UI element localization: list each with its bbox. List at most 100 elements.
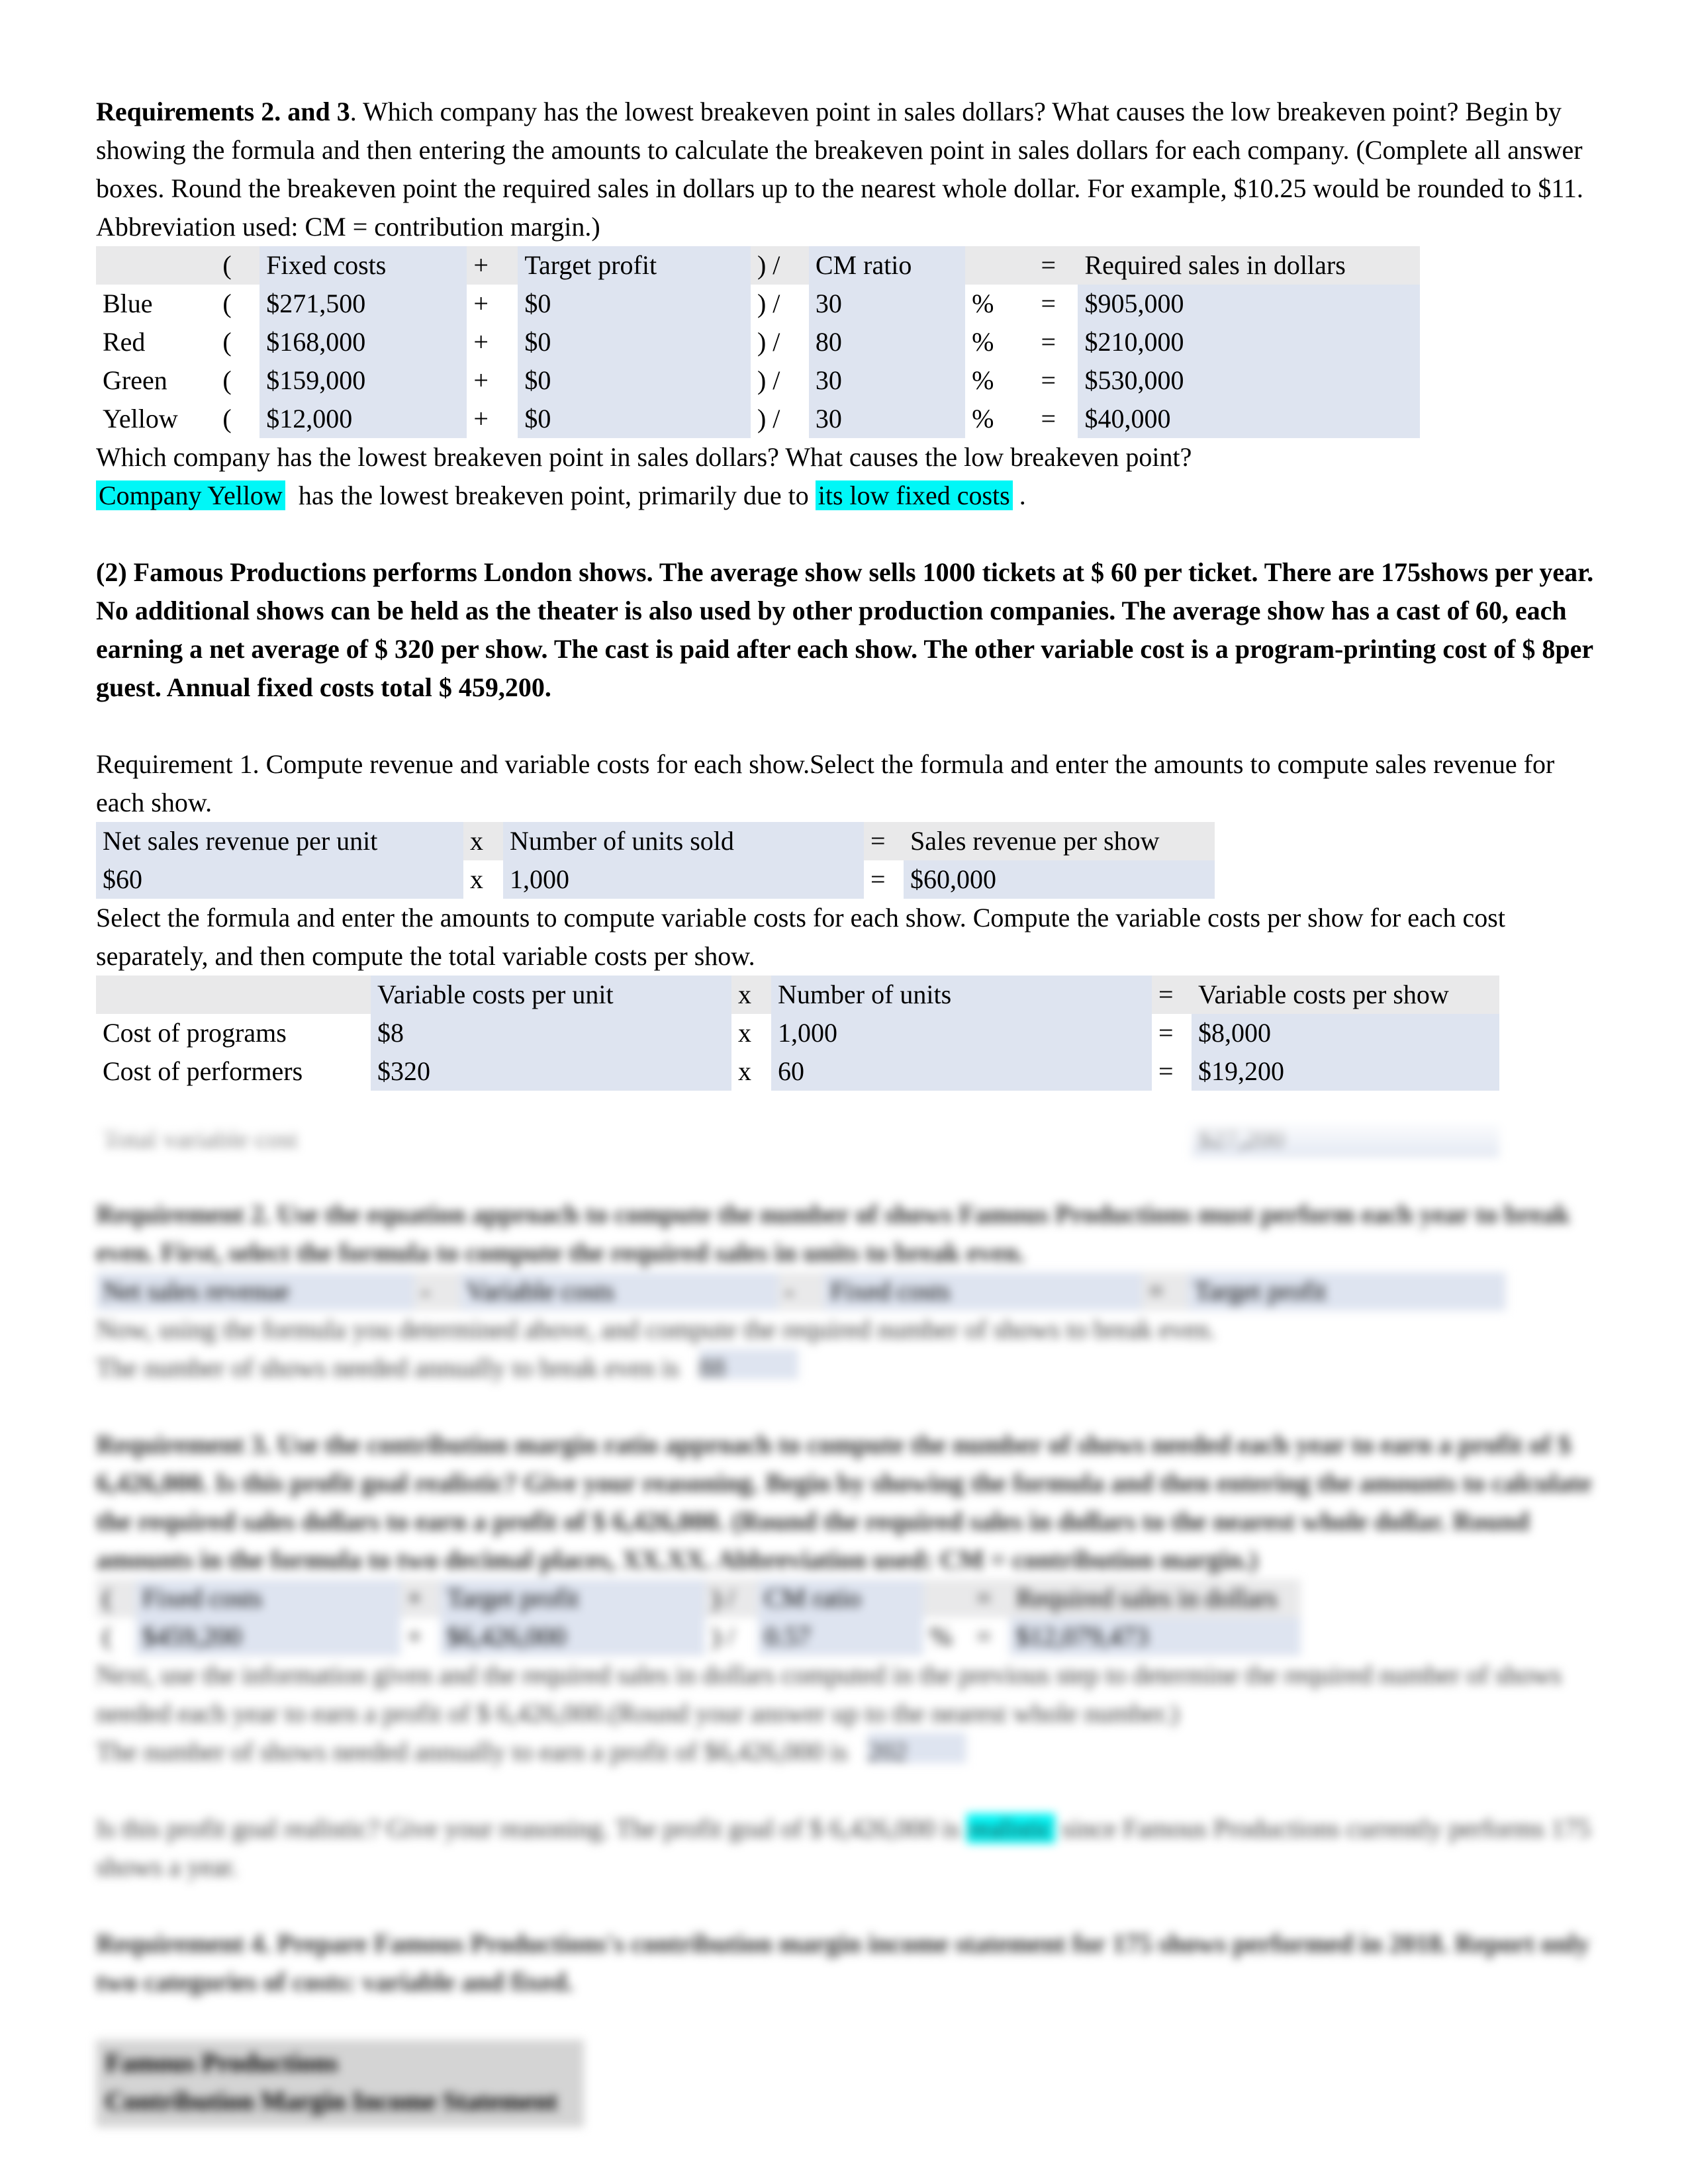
requirement-3-line3: The number of shows needed annually to e… [96, 1733, 1595, 1771]
input-required-sales-yellow[interactable]: $40,000 [1078, 400, 1420, 438]
cell-close-yellow: ) / [757, 404, 780, 433]
input-required-sales-red[interactable]: $210,000 [1078, 323, 1420, 361]
sales-revenue-table: Net sales revenue per unit x Number of u… [96, 822, 1215, 899]
input-target-profit-green[interactable]: $0 [518, 361, 751, 400]
th-target-profit-3[interactable]: Target profit [440, 1579, 705, 1617]
cell-open-blue: ( [222, 289, 232, 318]
requirement-4-label: Requirement 4. Prepare Famous Production… [96, 1929, 1590, 1997]
answer-blank-company[interactable]: Company Yellow [96, 480, 285, 510]
cell-total-equals [1152, 1118, 1192, 1157]
cell-equals-green: = [1041, 365, 1056, 395]
table-row: Yellow ( $12,000 + $0 ) / 30 % = $40,000 [96, 400, 1420, 438]
input-required-sales-r3[interactable]: $12,079,473 [1009, 1617, 1301, 1656]
cell-close-paren-r3: ) / [712, 1621, 735, 1651]
cell-total-times [731, 1118, 771, 1157]
th-net-sales-revenue-per-unit: Net sales revenue per unit [96, 822, 463, 860]
input-net-sales-revenue-per-unit[interactable]: $60 [96, 860, 463, 899]
statement-company-name: Famous Productions [105, 2048, 338, 2077]
cell-percent-green: % [972, 365, 994, 395]
th-fixed-costs-2[interactable]: Fixed costs [823, 1272, 1143, 1310]
table-row: Green ( $159,000 + $0 ) / 30 % = $530,00… [96, 361, 1420, 400]
cell-equals-red: = [1041, 327, 1056, 357]
breakeven-table: ( Fixed costs + Target profit ) / CM rat… [96, 246, 1420, 438]
input-fixed-costs-blue[interactable]: $271,500 [259, 285, 467, 323]
th-fixed-costs-3[interactable]: Fixed costs [136, 1579, 400, 1617]
cell-equals-programs: = [1158, 1018, 1174, 1048]
input-cm-ratio-red[interactable]: 80 [808, 323, 966, 361]
th-variable-costs-per-unit: Variable costs per unit [371, 976, 731, 1014]
cell-equals-1: = [870, 864, 886, 894]
th-equals-2: = [1152, 976, 1192, 1014]
cell-equals-yellow: = [1041, 404, 1056, 433]
input-target-profit-yellow[interactable]: $0 [518, 400, 751, 438]
input-programs-units[interactable]: 1,000 [771, 1014, 1152, 1052]
blurred-lower-section: Total variable cost $27,200 Requirement … [0, 1118, 1688, 2184]
input-fixed-costs-r3[interactable]: $459,200 [136, 1617, 400, 1656]
cell-plus-red: + [473, 327, 489, 357]
input-performers-units[interactable]: 60 [771, 1052, 1152, 1091]
th-open-paren-2: ( [96, 1579, 136, 1617]
input-cm-ratio-blue[interactable]: 30 [808, 285, 966, 323]
th-cm-ratio: CM ratio [808, 246, 966, 285]
document-page: Requirements 2. and 3. Which company has… [0, 0, 1688, 2184]
cell-percent-blue: % [972, 289, 994, 318]
th-close-paren-2: ) / [705, 1579, 758, 1617]
variable-costs-total-row-table: Total variable cost $27,200 [96, 1118, 1499, 1157]
input-cm-ratio-r3[interactable]: 0.57 [758, 1617, 923, 1656]
requirements-2-3-heading: Requirements 2. and 3 [96, 97, 350, 126]
input-target-profit-red[interactable]: $0 [518, 323, 751, 361]
th-target-profit-2[interactable]: Target profit [1187, 1272, 1506, 1310]
input-cm-ratio-yellow[interactable]: 30 [808, 400, 966, 438]
th-variable-costs[interactable]: Variable costs [459, 1272, 778, 1310]
cell-open-green: ( [222, 365, 232, 395]
table-row: Cost of performers $320 x 60 = $19,200 [96, 1052, 1499, 1091]
th-open-paren: ( [216, 246, 260, 285]
th-net-sales-revenue[interactable]: Net sales revenue [96, 1272, 414, 1310]
th-required-sales: Required sales in dollars [1078, 246, 1420, 285]
requirement-2-line3: The number of shows needed annually to b… [96, 1349, 1595, 1387]
input-programs-per-unit[interactable]: $8 [371, 1014, 731, 1052]
requirement-2-line3-text: The number of shows needed annually to b… [96, 1353, 679, 1383]
cell-plus-blue: + [473, 289, 489, 318]
input-performers-per-unit[interactable]: $320 [371, 1052, 731, 1091]
cell-company-blue: Blue [103, 289, 153, 318]
cell-open-yellow: ( [222, 404, 232, 433]
cell-close-blue: ) / [757, 289, 780, 318]
input-breakeven-shows[interactable]: 88 [698, 1349, 798, 1383]
table-row: ( $459,200 + $6,426,000 ) / 0.57 % = $12… [96, 1617, 1301, 1656]
th-cm-ratio-2[interactable]: CM ratio [758, 1579, 923, 1617]
input-total-variable-cost-per-show[interactable]: $27,200 [1192, 1118, 1499, 1157]
input-fixed-costs-red[interactable]: $168,000 [259, 323, 467, 361]
input-programs-per-show[interactable]: $8,000 [1192, 1014, 1499, 1052]
input-profit-goal-shows[interactable]: 202 [867, 1733, 967, 1766]
equation-approach-header-row: Net sales revenue - Variable costs - Fix… [96, 1272, 1506, 1310]
th-minus-1: - [414, 1272, 460, 1310]
table-row: Cost of programs $8 x 1,000 = $8,000 [96, 1014, 1499, 1052]
input-fixed-costs-green[interactable]: $159,000 [259, 361, 467, 400]
breakeven-question: Which company has the lowest breakeven p… [96, 442, 1192, 472]
cell-times-performers: x [738, 1056, 751, 1086]
input-cm-ratio-green[interactable]: 30 [808, 361, 966, 400]
answer-blank-reason[interactable]: its low fixed costs [815, 480, 1013, 510]
answer-blank-realistic[interactable]: realistic [966, 1813, 1056, 1843]
input-required-sales-green[interactable]: $530,000 [1078, 361, 1420, 400]
cell-percent-yellow: % [972, 404, 994, 433]
requirement-3-line2: Next, use the information given and the … [96, 1660, 1562, 1728]
cell-total-per-unit [371, 1118, 731, 1157]
input-sales-revenue-per-show[interactable]: $60,000 [904, 860, 1215, 899]
input-target-profit-r3[interactable]: $6,426,000 [440, 1617, 705, 1656]
th-equals: = [1034, 246, 1078, 285]
requirement-3-label: Requirement 3. Use the contribution marg… [96, 1430, 1592, 1574]
th-plus-2: + [400, 1579, 440, 1617]
requirement-3-intro: Requirement 3. Use the contribution marg… [96, 1426, 1595, 1579]
th-equals-4: = [970, 1579, 1009, 1617]
th-close-paren-div: ) / [750, 246, 809, 285]
th-equals-3: = [1142, 1272, 1188, 1310]
requirement-1-intro: Requirement 1. Compute revenue and varia… [96, 749, 1555, 817]
cell-close-green: ) / [757, 365, 780, 395]
input-fixed-costs-yellow[interactable]: $12,000 [259, 400, 467, 438]
input-performers-per-show[interactable]: $19,200 [1192, 1052, 1499, 1091]
input-required-sales-blue[interactable]: $905,000 [1078, 285, 1420, 323]
input-target-profit-blue[interactable]: $0 [518, 285, 751, 323]
input-number-of-units-sold[interactable]: 1,000 [503, 860, 864, 899]
